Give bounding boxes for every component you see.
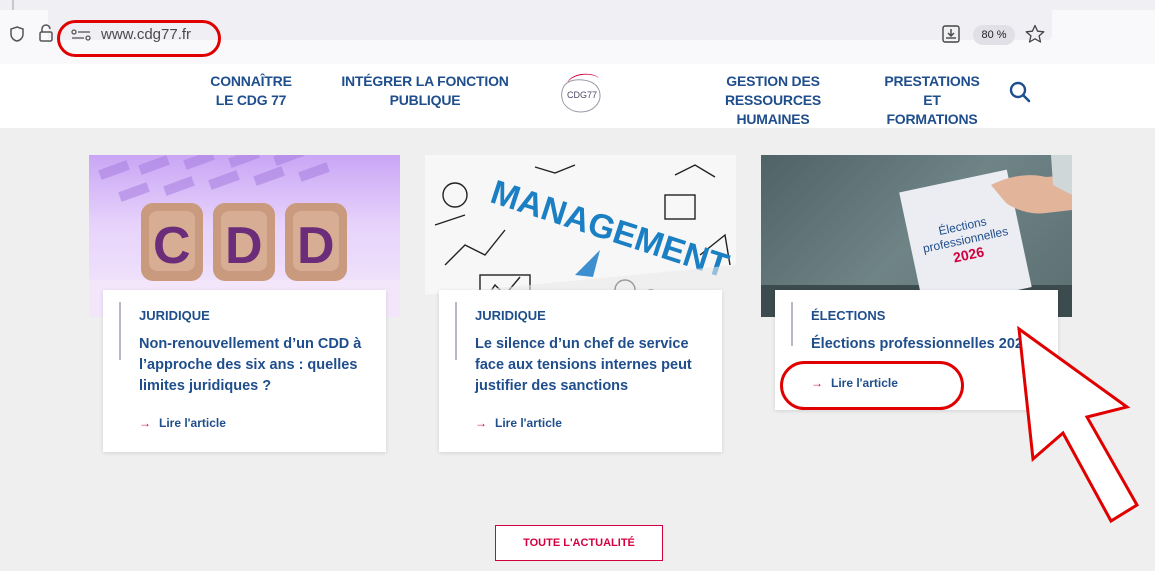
cdd-letter: C (153, 217, 191, 275)
article-card[interactable]: JURIDIQUE Le silence d’un chef de servic… (439, 290, 722, 452)
annotation-cursor-arrow-icon (1017, 325, 1140, 524)
article-title[interactable]: Non-renouvellement d’un CDD à l’approche… (139, 334, 379, 397)
management-word: MANAGEMENT (486, 173, 733, 286)
arrow-right-icon: → (139, 416, 151, 430)
read-article-link[interactable]: → Lire l'article (475, 416, 562, 430)
nav-item-label: FORMATIONS (886, 111, 978, 127)
search-icon[interactable] (1008, 80, 1032, 104)
nav-item-label: LE CDG 77 (215, 92, 287, 108)
nav-item-label: INTÉGRER LA FONCTION (341, 73, 509, 89)
svg-text:CDG77: CDG77 (567, 90, 597, 100)
article-category: JURIDIQUE (475, 308, 546, 323)
card-accent-bar (791, 302, 793, 346)
nav-item-label: PUBLIQUE (389, 92, 461, 108)
lock-icon[interactable] (39, 24, 53, 42)
read-article-label[interactable]: Lire l'article (159, 416, 226, 430)
zoom-level-badge[interactable]: 80 % (973, 25, 1015, 45)
card-accent-bar (119, 302, 121, 360)
cdd-letter: D (297, 217, 335, 275)
cdg77-logo[interactable]: CDG77 (553, 70, 611, 116)
nav-item-prestations[interactable]: PRESTATIONS ET FORMATIONS (876, 72, 988, 129)
nav-item-gestion-rh[interactable]: GESTION DES RESSOURCES HUMAINES (680, 72, 866, 129)
read-article-label[interactable]: Lire l'article (495, 416, 562, 430)
shield-icon[interactable] (10, 26, 24, 42)
cdd-letter: D (225, 217, 263, 275)
card-accent-bar (455, 302, 457, 360)
star-icon[interactable] (1025, 24, 1045, 44)
nav-item-label: GESTION DES RESSOURCES (724, 73, 822, 108)
read-article-link[interactable]: → Lire l'article (139, 416, 226, 430)
news-section: C D D MANAGEMENT Élections professionnel… (0, 128, 1155, 561)
nav-item-label: CONNAÎTRE (210, 73, 292, 89)
article-card[interactable]: JURIDIQUE Non-renouvellement d’un CDD à … (103, 290, 386, 452)
nav-item-label: PRESTATIONS ET (884, 73, 980, 108)
arrow-right-icon: → (475, 416, 487, 430)
nav-item-connaitre[interactable]: CONNAÎTRE LE CDG 77 (196, 72, 306, 110)
nav-item-integrer[interactable]: INTÉGRER LA FONCTION PUBLIQUE (340, 72, 510, 110)
article-category: ÉLECTIONS (811, 308, 886, 323)
annotation-circle-read-article (780, 361, 964, 410)
nav-item-label: HUMAINES (736, 111, 810, 127)
download-icon[interactable] (942, 25, 960, 43)
tab-edge (12, 0, 14, 10)
article-title[interactable]: Le silence d’un chef de service face aux… (475, 334, 715, 397)
annotation-circle-url (57, 20, 221, 57)
site-header: CONNAÎTRE LE CDG 77 INTÉGRER LA FONCTION… (0, 64, 1155, 128)
all-news-button[interactable]: TOUTE L'ACTUALITÉ (495, 525, 663, 561)
article-category: JURIDIQUE (139, 308, 210, 323)
